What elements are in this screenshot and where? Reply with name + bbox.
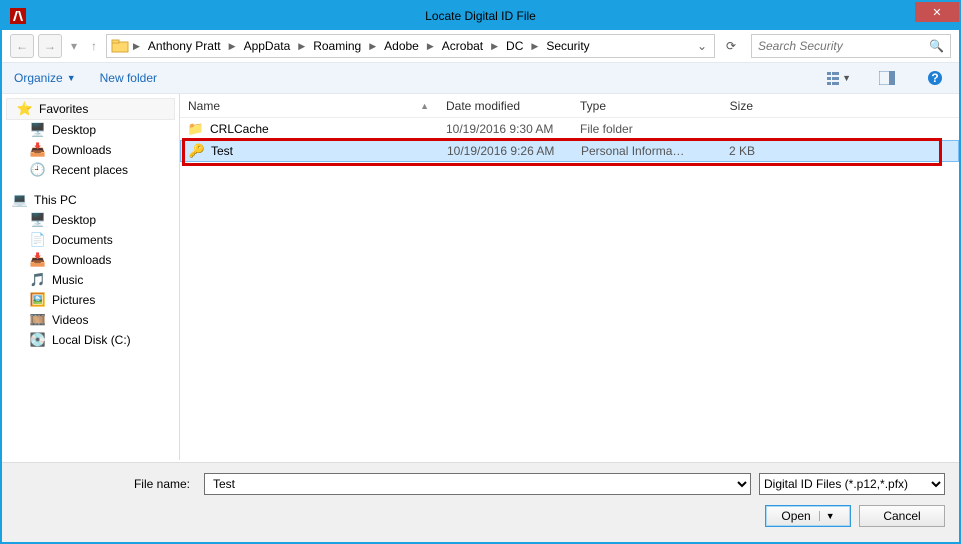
sidebar-favorites[interactable]: ⭐ Favorites — [6, 98, 175, 120]
breadcrumb[interactable]: AppData — [240, 39, 295, 53]
open-button[interactable]: Open ▼ — [765, 505, 851, 527]
sidebar-item-desktop[interactable]: 🖥️Desktop — [2, 210, 179, 230]
filename-input[interactable]: Test — [204, 473, 751, 495]
breadcrumb[interactable]: DC — [502, 39, 527, 53]
sidebar-thispc[interactable]: 💻 This PC — [2, 190, 179, 210]
chevron-down-icon: ▼ — [842, 73, 851, 83]
recent-icon: 🕘 — [30, 162, 46, 178]
breadcrumb-sep[interactable]: ▶ — [367, 41, 378, 52]
organize-button[interactable]: Organize ▼ — [14, 71, 76, 85]
new-folder-button[interactable]: New folder — [100, 71, 157, 85]
close-button[interactable]: ✕ — [915, 2, 959, 22]
music-icon: 🎵 — [30, 272, 46, 288]
help-button[interactable]: ? — [923, 66, 947, 90]
breadcrumb-sep[interactable]: ▶ — [489, 41, 500, 52]
col-date[interactable]: Date modified — [438, 99, 572, 113]
star-icon: ⭐ — [17, 101, 33, 117]
content-area: ⭐ Favorites 🖥️Desktop 📥Downloads 🕘Recent… — [2, 94, 959, 460]
recent-locations-button[interactable]: ▾ — [66, 34, 82, 58]
address-dropdown[interactable]: ⌄ — [694, 39, 710, 53]
breadcrumb-sep[interactable]: ▶ — [227, 41, 238, 52]
search-input[interactable] — [758, 39, 929, 53]
sort-asc-icon: ▲ — [420, 101, 429, 111]
forward-button[interactable]: → — [38, 34, 62, 58]
file-row[interactable]: 📁CRLCache 10/19/2016 9:30 AM File folder — [180, 118, 959, 140]
sidebar-item-pictures[interactable]: 🖼️Pictures — [2, 290, 179, 310]
breadcrumb[interactable]: Anthony Pratt — [144, 39, 225, 53]
pictures-icon: 🖼️ — [30, 292, 46, 308]
sidebar-item-music[interactable]: 🎵Music — [2, 270, 179, 290]
col-name[interactable]: Name▲ — [180, 99, 438, 113]
certificate-icon: 🔑 — [189, 143, 205, 159]
nav-tree: ⭐ Favorites 🖥️Desktop 📥Downloads 🕘Recent… — [2, 94, 180, 460]
folder-icon — [111, 37, 129, 55]
breadcrumb[interactable]: Acrobat — [438, 39, 487, 53]
up-button[interactable]: ↑ — [86, 34, 102, 58]
svg-text:?: ? — [931, 71, 938, 85]
documents-icon: 📄 — [30, 232, 46, 248]
breadcrumb-sep[interactable]: ▶ — [425, 41, 436, 52]
desktop-icon: 🖥️ — [30, 212, 46, 228]
breadcrumb-sep[interactable]: ▶ — [296, 41, 307, 52]
refresh-button[interactable]: ⟳ — [719, 34, 743, 58]
breadcrumb[interactable]: Security — [542, 39, 593, 53]
sidebar-item-desktop[interactable]: 🖥️Desktop — [2, 120, 179, 140]
videos-icon: 🎞️ — [30, 312, 46, 328]
sidebar-item-downloads[interactable]: 📥Downloads — [2, 250, 179, 270]
file-list: Name▲ Date modified Type Size 📁CRLCache … — [180, 94, 959, 460]
disk-icon: 💽 — [30, 332, 46, 348]
sidebar-item-recent[interactable]: 🕘Recent places — [2, 160, 179, 180]
file-row-selected[interactable]: 🔑Test 10/19/2016 9:26 AM Personal Inform… — [180, 140, 959, 162]
search-box[interactable]: 🔍 — [751, 34, 951, 58]
folder-icon: 📁 — [188, 121, 204, 137]
sidebar-item-downloads[interactable]: 📥Downloads — [2, 140, 179, 160]
downloads-icon: 📥 — [30, 252, 46, 268]
split-chevron-icon: ▼ — [819, 511, 835, 521]
downloads-icon: 📥 — [30, 142, 46, 158]
sidebar-item-localdisk[interactable]: 💽Local Disk (C:) — [2, 330, 179, 350]
chevron-down-icon: ▼ — [67, 73, 76, 83]
breadcrumb[interactable]: Roaming — [309, 39, 365, 53]
toolbar: Organize ▼ New folder ▼ ? — [2, 62, 959, 94]
titlebar: Locate Digital ID File ✕ — [2, 2, 959, 30]
sidebar-item-videos[interactable]: 🎞️Videos — [2, 310, 179, 330]
breadcrumb[interactable]: Adobe — [380, 39, 423, 53]
computer-icon: 💻 — [12, 192, 28, 208]
footer: File name: Test Digital ID Files (*.p12,… — [2, 462, 959, 542]
filename-label: File name: — [16, 477, 196, 491]
back-button[interactable]: ← — [10, 34, 34, 58]
search-icon: 🔍 — [929, 39, 944, 53]
filetype-filter[interactable]: Digital ID Files (*.p12,*.pfx) — [759, 473, 945, 495]
desktop-icon: 🖥️ — [30, 122, 46, 138]
breadcrumb-sep[interactable]: ▶ — [131, 41, 142, 52]
nav-bar: ← → ▾ ↑ ▶ Anthony Pratt ▶ AppData ▶ Roam… — [2, 30, 959, 62]
col-type[interactable]: Type — [572, 99, 692, 113]
window-title: Locate Digital ID File — [2, 9, 959, 23]
cancel-button[interactable]: Cancel — [859, 505, 945, 527]
address-bar[interactable]: ▶ Anthony Pratt ▶ AppData ▶ Roaming ▶ Ad… — [106, 34, 715, 58]
app-icon — [8, 6, 28, 26]
breadcrumb-sep[interactable]: ▶ — [529, 41, 540, 52]
col-size[interactable]: Size — [692, 99, 762, 113]
view-options-button[interactable]: ▼ — [827, 66, 851, 90]
sidebar-item-documents[interactable]: 📄Documents — [2, 230, 179, 250]
preview-pane-button[interactable] — [875, 66, 899, 90]
column-headers: Name▲ Date modified Type Size — [180, 94, 959, 118]
